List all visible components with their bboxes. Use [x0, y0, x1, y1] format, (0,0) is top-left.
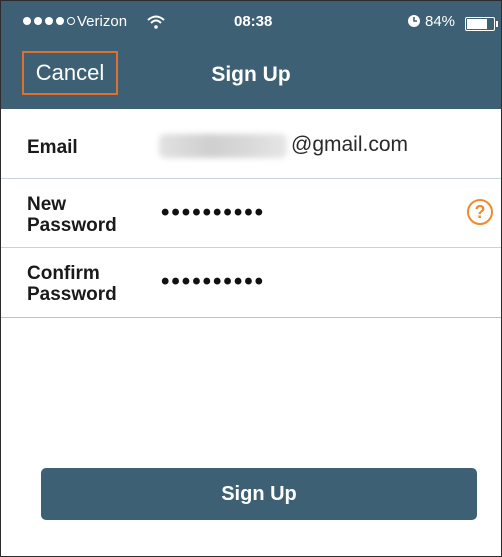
email-field[interactable]: @gmail.com	[291, 133, 408, 157]
signal-dot	[23, 17, 31, 25]
navigation-bar: Verizon 08:38 84% Cancel Sign Up	[1, 1, 501, 109]
signal-dot	[34, 17, 42, 25]
battery-nub	[496, 21, 498, 27]
battery-icon	[465, 17, 498, 31]
confirm-password-row[interactable]: Confirm Password ••••••••••	[1, 248, 501, 318]
email-redacted-local-part	[159, 134, 287, 158]
new-password-field[interactable]: ••••••••••	[161, 199, 265, 227]
help-icon[interactable]: ?	[467, 199, 493, 225]
new-password-row[interactable]: New Password •••••••••• ?	[1, 179, 501, 248]
confirm-password-label: Confirm Password	[27, 263, 117, 305]
new-password-label: New Password	[27, 194, 117, 236]
signal-dot-empty	[67, 17, 75, 25]
app-frame: Verizon 08:38 84% Cancel Sign Up Email @…	[0, 0, 502, 557]
alarm-icon	[407, 14, 421, 32]
page-title: Sign Up	[211, 63, 291, 86]
confirm-password-field[interactable]: ••••••••••	[161, 268, 265, 296]
battery-fill	[467, 19, 487, 29]
email-row[interactable]: Email @gmail.com	[1, 109, 501, 179]
status-bar: Verizon 08:38 84%	[1, 1, 501, 49]
new-password-label-line2: Password	[27, 215, 117, 236]
signal-strength-icon	[23, 17, 75, 25]
sign-up-button[interactable]: Sign Up	[41, 468, 477, 520]
new-password-label-line1: New	[27, 194, 67, 215]
confirm-password-label-line1: Confirm	[27, 263, 100, 284]
signal-dot	[45, 17, 53, 25]
carrier-name: Verizon	[77, 13, 128, 30]
confirm-password-label-line2: Password	[27, 284, 117, 305]
signal-dot	[56, 17, 64, 25]
wifi-icon	[147, 15, 165, 33]
battery-percent: 84%	[425, 13, 456, 30]
status-time: 08:38	[234, 13, 273, 30]
email-label: Email	[27, 137, 78, 158]
